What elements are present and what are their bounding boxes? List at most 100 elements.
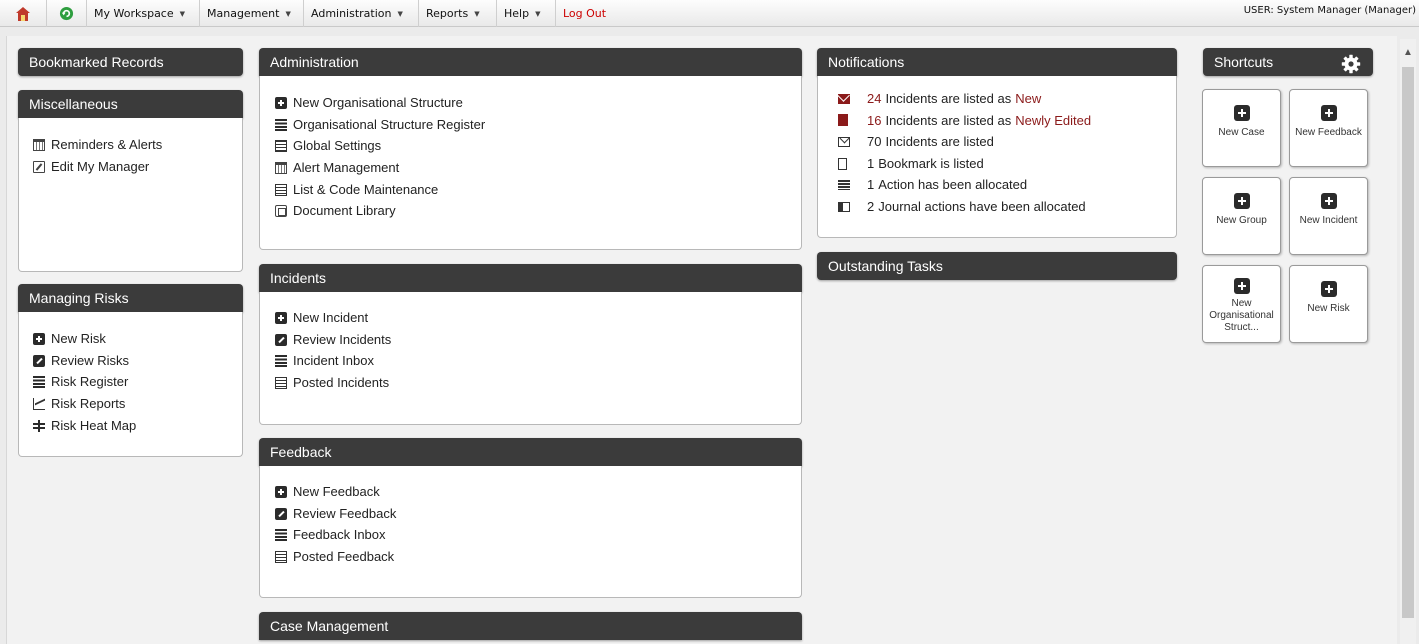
list-code-maintenance-link[interactable]: List & Code Maintenance (275, 179, 485, 201)
file-icon (838, 114, 848, 127)
refresh-icon (59, 6, 74, 21)
notifications-panel: 24 Incidents are listed as New 16 Incidents… (817, 76, 1177, 238)
list-icon (275, 118, 287, 131)
plus-icon (1320, 105, 1337, 121)
notification-edited-incidents[interactable]: 16 Incidents are listed as Newly Edited (838, 110, 1091, 132)
edit-icon (275, 507, 287, 520)
managing-risks-list: New Risk Review Risks Risk Register Risk… (33, 328, 136, 436)
menu-my-workspace[interactable]: My Workspace ▼ (87, 0, 200, 27)
posted-incidents-link[interactable]: Posted Incidents (275, 372, 391, 394)
heat-map-icon (33, 419, 45, 432)
risk-heat-map-link[interactable]: Risk Heat Map (33, 415, 136, 437)
home-icon-button[interactable] (0, 0, 47, 27)
shortcut-new-incident[interactable]: New Incident (1289, 177, 1368, 255)
gear-icon[interactable] (1341, 54, 1361, 74)
table-icon (275, 376, 287, 389)
plus-icon (275, 311, 287, 324)
table-icon (275, 183, 287, 196)
bookmarked-records-header[interactable]: Bookmarked Records (18, 48, 243, 76)
incidents-panel: New Incident Review Incidents Incident I… (259, 292, 802, 425)
scroll-up-icon[interactable]: ▲ (1400, 47, 1416, 59)
feedback-panel: New Feedback Review Feedback Feedback In… (259, 466, 802, 598)
risk-reports-link[interactable]: Risk Reports (33, 393, 136, 415)
notifications-header: Notifications (817, 48, 1177, 76)
risk-register-link[interactable]: Risk Register (33, 371, 136, 393)
plus-icon (1233, 105, 1250, 121)
new-risk-link[interactable]: New Risk (33, 328, 136, 350)
list-icon (275, 529, 287, 542)
managing-risks-header: Managing Risks (18, 284, 243, 312)
incidents-header: Incidents (259, 264, 802, 292)
caret-down-icon: ▼ (535, 9, 541, 18)
menu-help[interactable]: Help ▼ (497, 0, 556, 27)
home-icon (16, 6, 30, 21)
table-icon (275, 550, 287, 563)
journal-icon (838, 201, 850, 212)
shortcut-new-feedback[interactable]: New Feedback (1289, 89, 1368, 167)
new-feedback-link[interactable]: New Feedback (275, 481, 396, 503)
vertical-scrollbar[interactable]: ▲ (1400, 39, 1416, 644)
plus-icon (1320, 193, 1337, 209)
plus-icon (275, 485, 287, 498)
chart-icon (33, 397, 45, 410)
notification-listed-incidents[interactable]: 70 Incidents are listed (838, 131, 1091, 153)
new-organisational-structure-link[interactable]: New Organisational Structure (275, 92, 485, 114)
envelope-icon (838, 136, 850, 147)
review-feedback-link[interactable]: Review Feedback (275, 503, 396, 525)
document-icon (275, 205, 287, 218)
caret-down-icon: ▼ (179, 9, 186, 18)
caret-down-icon: ▼ (285, 9, 291, 18)
outstanding-tasks-header[interactable]: Outstanding Tasks (817, 252, 1177, 280)
logout-link[interactable]: Log Out (556, 0, 616, 27)
refresh-button[interactable] (47, 0, 87, 27)
menu-administration[interactable]: Administration ▼ (304, 0, 419, 27)
new-incident-link[interactable]: New Incident (275, 307, 391, 329)
notification-new-incidents[interactable]: 24 Incidents are listed as New (838, 88, 1091, 110)
plus-icon (1320, 281, 1337, 297)
list-icon (33, 376, 45, 389)
top-menu-bar: My Workspace ▼ Management ▼ Administration… (0, 0, 1419, 27)
shortcut-new-organisational-structure[interactable]: New Organisational Struct... (1202, 265, 1281, 343)
reminders-alerts-link[interactable]: Reminders & Alerts (33, 134, 162, 156)
calendar-icon (275, 161, 287, 174)
plus-icon (33, 332, 45, 345)
shortcut-new-group[interactable]: New Group (1202, 177, 1281, 255)
feedback-inbox-link[interactable]: Feedback Inbox (275, 524, 396, 546)
edit-icon (33, 160, 45, 173)
notification-bookmarks[interactable]: 1 Bookmark is listed (838, 153, 1091, 175)
managing-risks-panel: New Risk Review Risks Risk Register Risk… (18, 312, 243, 457)
administration-panel: New Organisational Structure Organisatio… (259, 76, 802, 250)
miscellaneous-header: Miscellaneous (18, 90, 243, 118)
plus-icon (1233, 278, 1250, 294)
notifications-list: 24 Incidents are listed as New 16 Incidents… (838, 88, 1091, 218)
plus-icon (1233, 193, 1250, 209)
shortcut-new-risk[interactable]: New Risk (1289, 265, 1368, 343)
posted-feedback-link[interactable]: Posted Feedback (275, 546, 396, 568)
miscellaneous-panel: Reminders & Alerts Edit My Manager (18, 118, 243, 272)
edit-icon (33, 354, 45, 367)
alert-management-link[interactable]: Alert Management (275, 157, 485, 179)
user-label: USER: System Manager (Manager) (1243, 5, 1416, 16)
notification-actions[interactable]: 1 Action has been allocated (838, 174, 1091, 196)
menu-reports[interactable]: Reports ▼ (419, 0, 497, 27)
scrollbar-thumb[interactable] (1402, 67, 1414, 618)
shortcut-new-case[interactable]: New Case (1202, 89, 1281, 167)
edit-icon (275, 333, 287, 346)
document-library-link[interactable]: Document Library (275, 200, 485, 222)
global-settings-link[interactable]: Global Settings (275, 135, 485, 157)
review-incidents-link[interactable]: Review Incidents (275, 329, 391, 351)
list-icon (275, 355, 287, 368)
plus-icon (275, 96, 287, 109)
notification-journal-actions[interactable]: 2 Journal actions have been allocated (838, 196, 1091, 218)
miscellaneous-list: Reminders & Alerts Edit My Manager (33, 134, 162, 177)
incident-inbox-link[interactable]: Incident Inbox (275, 350, 391, 372)
edit-my-manager-link[interactable]: Edit My Manager (33, 156, 162, 178)
organisational-structure-register-link[interactable]: Organisational Structure Register (275, 114, 485, 136)
case-management-header: Case Management (259, 612, 802, 640)
bookmark-icon (838, 157, 847, 170)
caret-down-icon: ▼ (397, 9, 403, 18)
feedback-list: New Feedback Review Feedback Feedback In… (275, 481, 396, 568)
menu-management[interactable]: Management ▼ (200, 0, 304, 27)
action-icon (838, 180, 850, 191)
review-risks-link[interactable]: Review Risks (33, 350, 136, 372)
